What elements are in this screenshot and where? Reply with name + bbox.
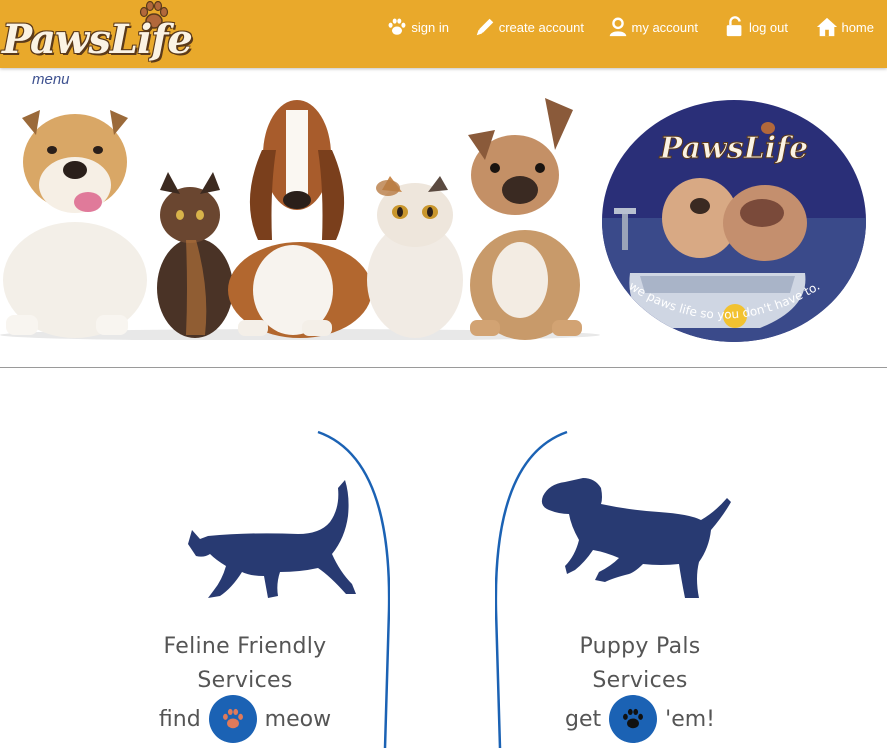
cat-silhouette — [188, 480, 356, 598]
dog-services-card[interactable]: Puppy Pals Services get 'em! — [495, 430, 785, 748]
top-navbar: PawsLife sign in create account my accou… — [0, 0, 887, 68]
paw-icon — [388, 18, 406, 35]
card-title-line2: Services — [592, 668, 688, 693]
paw-icon — [623, 708, 644, 729]
action-text-after: meow — [264, 706, 332, 732]
pencil-icon — [476, 18, 493, 36]
nav-label: log out — [748, 19, 788, 35]
french-bulldog-illustration — [468, 98, 582, 340]
user-icon — [609, 17, 626, 37]
action-text-before: find — [158, 706, 201, 732]
nav-label: create account — [498, 19, 584, 35]
action-text-before: get — [565, 706, 602, 732]
find-cat-services-button[interactable] — [208, 695, 257, 743]
menu-toggle[interactable]: menu — [32, 71, 70, 88]
bulldog-illustration — [3, 110, 147, 338]
unlock-icon — [726, 16, 742, 37]
home-icon — [817, 17, 838, 37]
exotic-cat-illustration — [367, 176, 463, 338]
dog-silhouette — [541, 478, 731, 598]
badge-wordmark: PawsLife — [659, 131, 808, 166]
card-action-row: get 'em! — [495, 695, 785, 743]
nav-log-out[interactable]: log out — [724, 14, 788, 40]
tortoiseshell-cat-illustration — [157, 172, 233, 338]
nav-label: home — [841, 19, 874, 35]
get-dog-services-button[interactable] — [609, 695, 658, 743]
feline-services-card[interactable]: Feline Friendly Services find meow — [100, 430, 390, 748]
basset-hound-illustration — [228, 100, 372, 338]
card-title-line1: Feline Friendly — [163, 634, 327, 659]
section-divider — [0, 367, 887, 368]
nav-label: sign in — [411, 19, 449, 35]
logo-wordmark: PawsLife — [2, 16, 193, 63]
nav-label: my account — [631, 19, 698, 35]
pawslife-badge-image: PawsLife we paws life so you don't have … — [602, 100, 866, 342]
site-logo[interactable]: PawsLife — [0, 0, 210, 68]
nav-create-account[interactable]: create account — [474, 14, 584, 40]
card-action-row: find meow — [100, 695, 390, 743]
paw-icon — [222, 708, 243, 729]
nav-my-account[interactable]: my account — [607, 14, 698, 40]
card-title-line2: Services — [197, 668, 293, 693]
pets-banner-image — [0, 98, 600, 340]
nav-sign-in[interactable]: sign in — [386, 14, 449, 40]
action-text-after: 'em! — [665, 706, 715, 732]
card-title-line1: Puppy Pals — [579, 634, 701, 659]
nav-home[interactable]: home — [816, 14, 874, 40]
